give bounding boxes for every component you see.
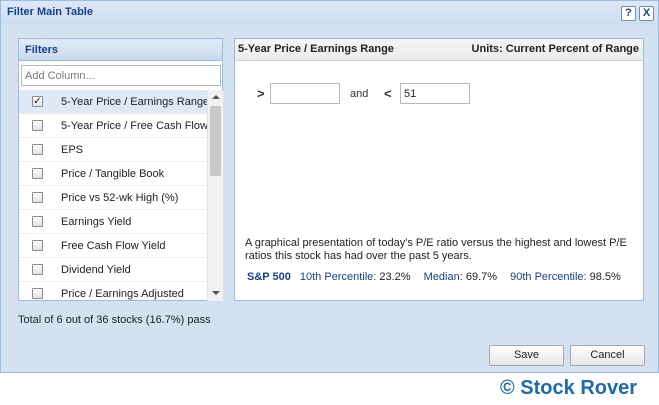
p90-label: 90th Percentile: xyxy=(510,271,587,283)
median-value: 69.7% xyxy=(465,271,498,283)
filter-row-pe-range[interactable]: ✓ 5-Year Price / Earnings Range xyxy=(19,90,207,114)
filter-row-earnings-yield[interactable]: Earnings Yield xyxy=(19,210,207,234)
filter-list: ✓ 5-Year Price / Earnings Range 5-Year P… xyxy=(19,90,207,301)
filter-label: Earnings Yield xyxy=(61,216,132,228)
filter-label: Price / Earnings Adjusted xyxy=(61,288,184,300)
filter-label: Price / Tangible Book xyxy=(61,168,165,180)
filter-label: Dividend Yield xyxy=(61,264,131,276)
scrollbar-thumb[interactable] xyxy=(210,106,221,176)
detail-title: 5-Year Price / Earnings Range xyxy=(238,43,394,55)
benchmark-stats: S&P 500 10th Percentile: 23.2% Median: 6… xyxy=(247,271,631,283)
filter-row-price-vs-high[interactable]: Price vs 52-wk High (%) xyxy=(19,186,207,210)
filter-checkbox[interactable] xyxy=(32,168,43,179)
filters-panel: Filters ✓ 5-Year Price / Earnings Range … xyxy=(18,38,223,301)
detail-header: 5-Year Price / Earnings Range Units: Cur… xyxy=(235,39,643,61)
range-controls: > and < xyxy=(257,83,497,105)
min-value-input[interactable] xyxy=(270,83,340,104)
filter-checkbox[interactable] xyxy=(32,288,43,299)
add-column-input[interactable] xyxy=(21,65,221,86)
filter-checkbox[interactable] xyxy=(32,264,43,275)
dialog-title: Filter Main Table xyxy=(7,6,93,18)
filter-row-pe-adjusted[interactable]: Price / Earnings Adjusted xyxy=(19,282,207,301)
filter-row-fcf-yield[interactable]: Free Cash Flow Yield xyxy=(19,234,207,258)
filter-checkbox[interactable] xyxy=(32,144,43,155)
close-icon[interactable]: X xyxy=(639,6,654,21)
filter-row-price-tangible-book[interactable]: Price / Tangible Book xyxy=(19,162,207,186)
save-button[interactable]: Save xyxy=(489,345,564,366)
filter-label: 5-Year Price / Earnings Range xyxy=(61,96,207,108)
and-label: and xyxy=(350,88,369,100)
filter-checkbox[interactable] xyxy=(32,216,43,227)
filter-row-eps[interactable]: EPS xyxy=(19,138,207,162)
filter-label: Free Cash Flow Yield xyxy=(61,240,166,252)
max-value-input[interactable] xyxy=(400,83,470,104)
median-label: Median: xyxy=(423,271,463,283)
filter-dialog: Filter Main Table ? X Filters ✓ 5-Year P… xyxy=(0,0,659,373)
cancel-button[interactable]: Cancel xyxy=(570,345,645,366)
pass-status: Total of 6 out of 36 stocks (16.7%) pass xyxy=(18,314,211,326)
filter-detail-panel: 5-Year Price / Earnings Range Units: Cur… xyxy=(234,38,644,301)
detail-units: Units: Current Percent of Range xyxy=(471,43,639,55)
dialog-titlebar[interactable]: Filter Main Table ? X xyxy=(1,1,658,25)
filter-checkbox[interactable] xyxy=(32,240,43,251)
filter-row-price-fcf[interactable]: 5-Year Price / Free Cash Flow xyxy=(19,114,207,138)
filter-description: A graphical presentation of today's P/E … xyxy=(245,237,627,262)
search-wrap xyxy=(19,61,222,91)
filter-row-dividend-yield[interactable]: Dividend Yield xyxy=(19,258,207,282)
p10-value: 23.2% xyxy=(379,271,411,283)
p90-value: 98.5% xyxy=(589,271,621,283)
less-than-icon: < xyxy=(384,86,392,101)
scroll-down-icon[interactable] xyxy=(212,291,220,295)
greater-than-icon: > xyxy=(257,86,265,101)
filter-checkbox[interactable]: ✓ xyxy=(32,96,43,107)
filters-header: Filters xyxy=(19,39,222,61)
p10-label: 10th Percentile: xyxy=(299,271,377,283)
filter-label: 5-Year Price / Free Cash Flow xyxy=(61,120,207,132)
stock-rover-watermark: © Stock Rover xyxy=(500,377,638,399)
filter-list-scrollbar[interactable] xyxy=(207,90,223,301)
scroll-up-icon[interactable] xyxy=(212,95,220,99)
filter-label: EPS xyxy=(61,144,84,156)
filter-label: Price vs 52-wk High (%) xyxy=(61,192,179,204)
help-icon[interactable]: ? xyxy=(621,6,636,21)
filter-checkbox[interactable] xyxy=(32,192,43,203)
benchmark-label: S&P 500 xyxy=(247,271,291,283)
filter-checkbox[interactable] xyxy=(32,120,43,131)
